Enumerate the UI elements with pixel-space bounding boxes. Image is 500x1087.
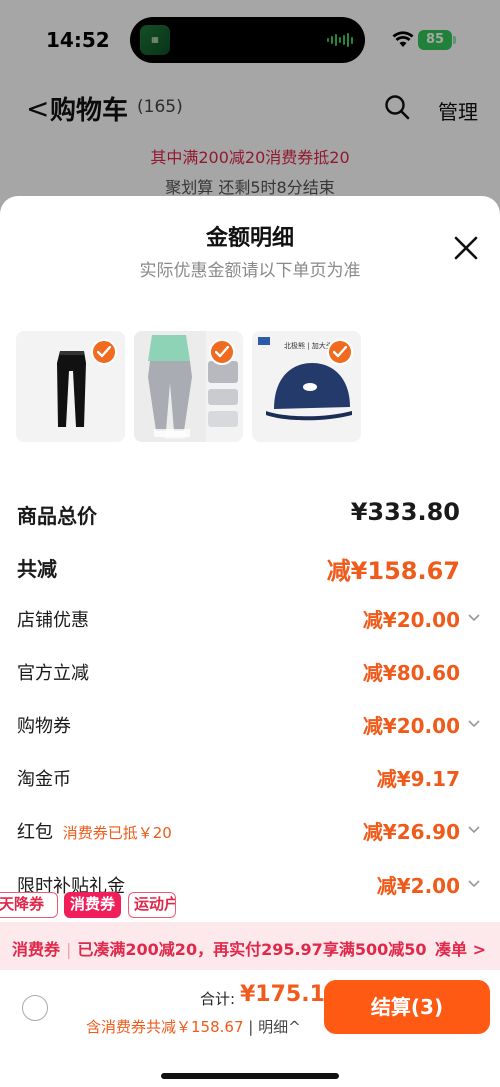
sheet-title: 金额明细 [205,226,294,251]
detail-toggle[interactable]: 明细^ [258,1018,301,1036]
row-label: 淘金币 [17,769,71,790]
checkout-button[interactable]: 结算(3) [324,980,490,1034]
chevron-down-icon[interactable] [468,878,480,890]
coupon-tag-active[interactable]: 消费券 [64,892,122,918]
coupon-tags: 百天降券 消费券 运动户 [0,892,500,922]
row-official-discount: 官方立减 减¥80.60 [0,653,500,693]
checkout-footer: 合计: ¥175.13 含消费券共减￥158.67 | 明细^ 结算(3) [0,970,500,1087]
row-label-wrap: 红包 消费券已抵￥20 [17,818,172,844]
product-thumb-navy-cap[interactable]: 北极熊 | 加大头围 [252,331,361,442]
row-value: 减¥9.17 [376,767,460,791]
selected-check-icon[interactable] [209,339,235,365]
sheet-subtitle: 实际优惠金额请以下单页为准 [139,261,361,281]
selected-check-icon[interactable] [91,339,117,365]
row-label: 购物券 [17,716,71,737]
row-shopping-coupon[interactable]: 购物券 减¥20.00 [0,706,500,746]
row-total-reduce: 共减 减¥158.67 [0,547,500,587]
row-label: 红包 [17,822,53,843]
banner-text-wrap: 消费券 | 已凑满200减20，再实付295.97享满500减50 [12,940,427,959]
row-value: 减¥158.67 [326,557,460,585]
total-discount: 含消费券共减￥158.67 [86,1018,244,1036]
home-indicator [161,1073,339,1079]
row-label: 店铺优惠 [17,610,89,631]
chevron-down-icon[interactable] [468,718,480,730]
close-icon[interactable] [452,234,480,262]
row-shop-discount[interactable]: 店铺优惠 减¥20.00 [0,600,500,640]
coupon-banner[interactable]: 消费券 | 已凑满200减20，再实付295.97享满500减50 凑单 > [0,922,500,970]
row-total-price: 商品总价 ¥333.80 [0,494,500,534]
chevron-down-icon[interactable] [468,824,480,836]
coupon-tag[interactable]: 百天降券 [0,892,58,918]
product-thumb-black-pants[interactable] [16,331,125,442]
row-value: ¥333.80 [350,498,460,526]
banner-text: 已凑满200减20，再实付295.97享满500减50 [77,940,427,959]
add-items-link[interactable]: 凑单 > [435,936,486,960]
row-red-packet[interactable]: 红包 消费券已抵￥20 减¥26.90 [0,812,500,852]
row-value: 减¥26.90 [362,820,460,844]
select-all-radio[interactable] [22,995,48,1021]
row-label: 商品总价 [17,504,97,528]
row-value: 减¥20.00 [362,608,460,632]
total-label: 合计: [200,990,236,1008]
row-value: 减¥80.60 [362,661,460,685]
banner-label: 消费券 [12,940,61,959]
product-thumbnails: 北极熊 | 加大头围 [16,331,361,442]
chevron-down-icon[interactable] [468,612,480,624]
total-sub: 含消费券共减￥158.67 | 明细^ [86,1016,301,1037]
row-taojinbi: 淘金币 减¥9.17 [0,759,500,799]
row-value: 减¥20.00 [362,714,460,738]
row-label: 共减 [17,557,57,581]
row-label: 官方立减 [17,663,89,684]
detail-sep: | [248,1018,259,1036]
row-note: 消费券已抵￥20 [62,824,172,842]
selected-check-icon[interactable] [327,339,353,365]
product-thumb-grey-pants[interactable] [134,331,243,442]
coupon-tag[interactable]: 运动户 [128,892,176,918]
